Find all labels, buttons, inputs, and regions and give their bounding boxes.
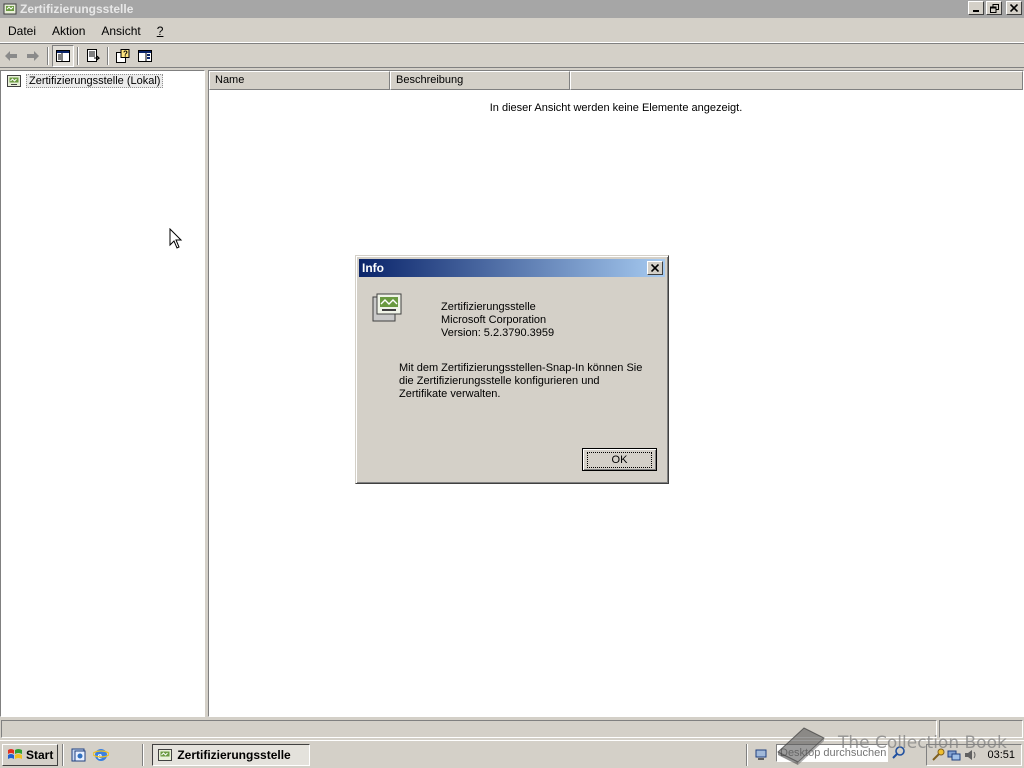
column-header-filler [570,71,1023,90]
main-title-bar[interactable]: Zertifizierungsstelle [0,0,1024,18]
help-button[interactable]: ? [112,45,134,67]
console-tree-pane[interactable]: Zertifizierungsstelle (Lokal) [0,70,205,717]
menu-bar: Datei Aktion Ansicht ? [0,19,1024,43]
forward-icon [27,50,39,61]
back-button[interactable] [0,45,22,67]
dialog-product-name: Zertifizierungsstelle [441,301,536,313]
mouse-cursor-icon [169,228,183,249]
taskbar-window-label: Zertifizierungsstelle [177,747,291,762]
show-hide-tree-button[interactable] [52,44,74,67]
dialog-company: Microsoft Corporation [441,314,547,326]
restore-icon [989,3,999,13]
close-icon [651,264,659,272]
toolbar-separator [47,46,49,65]
column-header-description[interactable]: Beschreibung [390,71,570,90]
action-pane-button[interactable] [134,45,156,67]
show-hide-tree-icon [56,49,70,62]
info-dialog: Info Zertifizierungsstelle Microsoft Cor… [355,255,669,484]
close-icon [1010,4,1018,12]
ok-button-label: OK [586,451,653,468]
minimize-icon [973,10,979,12]
toolbar-separator [77,46,79,65]
close-button[interactable] [1006,1,1022,15]
toolbar-desktop-icon[interactable] [752,746,770,764]
taskbar-separator [62,743,65,766]
menu-help[interactable]: ? [149,19,172,43]
back-icon [5,50,17,61]
server-manager-icon [71,748,86,761]
quicklaunch-server-manager[interactable] [70,746,88,764]
start-label: Start [26,747,54,762]
toolbar: ? [0,44,1024,68]
dialog-version: Version: 5.2.3790.3959 [441,327,555,339]
tree-item-root[interactable]: Zertifizierungsstelle (Lokal) [6,74,164,88]
window-title: Zertifizierungsstelle [20,2,134,16]
watermark-text: The Collection Book [838,733,1007,753]
dialog-title-bar[interactable]: Info [359,259,665,277]
restore-button[interactable] [986,1,1002,15]
taskbar-separator [142,743,145,766]
column-header-name[interactable]: Name [209,71,390,90]
column-headers: Name Beschreibung [209,71,1023,90]
menu-aktion[interactable]: Aktion [44,19,93,43]
windows-logo-icon [8,748,22,759]
book-logo-icon [777,727,825,765]
toolbar-separator [107,46,109,65]
ok-button[interactable]: OK [582,448,657,471]
minimize-button[interactable] [968,1,984,15]
help-icon: ? [116,48,130,63]
menu-datei[interactable]: Datei [0,19,44,43]
network-icon [755,749,767,760]
certificate-authority-icon [3,2,17,16]
export-list-icon [87,48,100,62]
taskbar-window-button[interactable]: Zertifizierungsstelle [152,743,311,766]
certificate-authority-icon [158,748,173,761]
dialog-description: Mit dem Zertifizierungsstellen-Snap-In k… [399,362,643,400]
taskbar-separator [746,744,748,766]
menu-ansicht[interactable]: Ansicht [93,19,148,43]
svg-text:?: ? [123,49,128,58]
export-list-button[interactable] [82,45,104,67]
tree-item-label: Zertifizierungsstelle (Lokal) [26,74,164,88]
certificate-authority-icon [7,75,21,87]
dialog-close-button[interactable] [647,261,663,275]
certificate-authority-icon [372,293,402,322]
internet-explorer-icon: e [93,748,110,762]
quicklaunch-internet-explorer[interactable]: e [92,746,110,764]
action-pane-icon [138,49,152,62]
dialog-title: Info [362,261,384,275]
start-button[interactable]: Start [2,743,59,766]
forward-button[interactable] [22,45,44,67]
empty-view-message: In dieser Ansicht werden keine Elemente … [489,102,743,114]
